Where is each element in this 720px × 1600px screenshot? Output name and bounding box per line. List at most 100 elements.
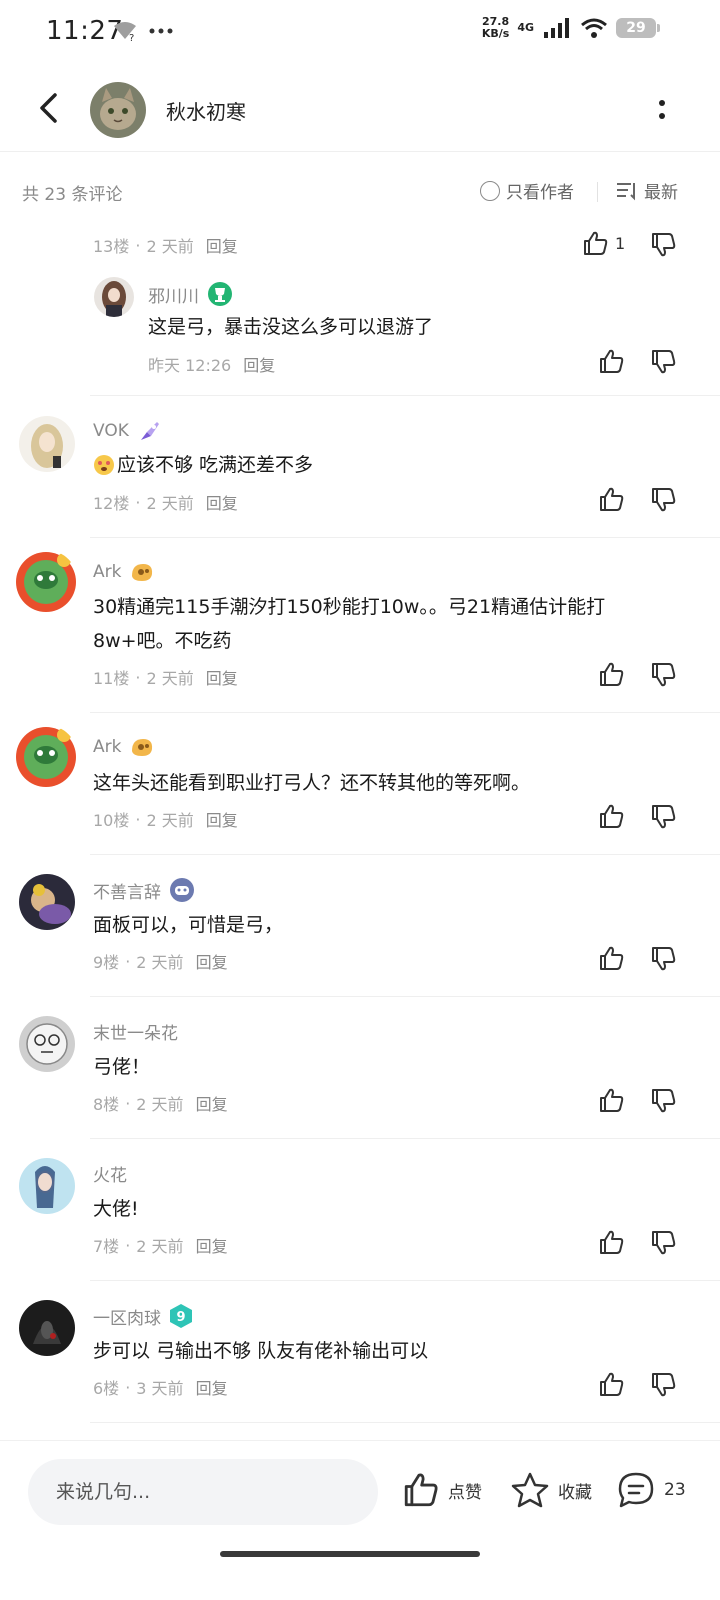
like-button[interactable]: [598, 1229, 625, 1256]
reply-button[interactable]: 回复: [206, 665, 238, 689]
like-button[interactable]: [598, 348, 625, 375]
floor-meta: 6楼 · 3 天前 回复: [93, 1375, 228, 1399]
avatar[interactable]: [19, 874, 75, 930]
reply-button[interactable]: 回复: [196, 1091, 228, 1115]
like-post-button[interactable]: 点赞: [402, 1471, 482, 1509]
like-button[interactable]: 1: [582, 230, 625, 257]
dislike-button[interactable]: [650, 231, 677, 258]
username[interactable]: VOK: [93, 421, 129, 441]
divider: [90, 395, 720, 396]
like-button[interactable]: [598, 486, 625, 513]
level-badge-icon: [132, 564, 153, 581]
thumb-down-icon: [652, 1373, 676, 1397]
divider: [90, 996, 720, 997]
reply-button[interactable]: 回复: [196, 1375, 228, 1399]
dislike-button[interactable]: [650, 486, 677, 513]
comments-button[interactable]: 23: [616, 1471, 686, 1509]
like-button[interactable]: [598, 945, 625, 972]
thumb-up-icon: [600, 1230, 624, 1254]
author-avatar[interactable]: [90, 82, 146, 138]
gamepad-badge-icon: [170, 878, 194, 902]
reply-button[interactable]: 回复: [196, 1233, 228, 1257]
signal-icon: [544, 18, 569, 38]
wifi-unknown-icon: ?: [114, 22, 136, 42]
dislike-button[interactable]: [650, 348, 677, 375]
reply-button[interactable]: 回复: [243, 352, 275, 376]
like-count: 1: [615, 234, 626, 253]
reply-button[interactable]: 回复: [206, 490, 238, 514]
back-button[interactable]: [28, 88, 68, 128]
like-button[interactable]: [598, 1087, 625, 1114]
floor-meta: 9楼 · 2 天前 回复: [93, 949, 228, 973]
more-options-button[interactable]: [644, 90, 680, 130]
floor-meta: 13楼 · 2 天前 回复: [93, 233, 238, 257]
avatar[interactable]: [14, 725, 78, 789]
sort-button[interactable]: 最新: [616, 178, 678, 203]
chevron-left-icon: [40, 93, 57, 123]
floor-meta: 8楼 · 2 天前 回复: [93, 1091, 228, 1115]
svg-text:9: 9: [176, 1310, 185, 1325]
username[interactable]: 末世一朵花: [93, 1019, 178, 1044]
level-badge-icon: [132, 739, 153, 756]
username[interactable]: Ark: [93, 562, 121, 582]
radio-icon: [480, 180, 500, 201]
author-name[interactable]: 秋水初寒: [166, 96, 246, 125]
floor-meta: 12楼 · 2 天前 回复: [93, 490, 238, 514]
username[interactable]: 火花: [93, 1161, 127, 1186]
wifi-icon: [581, 18, 607, 38]
battery-icon: 29: [616, 18, 660, 38]
avatar[interactable]: [14, 550, 78, 614]
dislike-button[interactable]: [650, 1229, 677, 1256]
rocket-badge-icon: [140, 422, 159, 440]
author-only-toggle[interactable]: 只看作者: [480, 178, 574, 203]
username[interactable]: 一区肉球: [93, 1304, 161, 1329]
avatar[interactable]: [19, 1016, 75, 1072]
thumb-down-icon: [652, 1089, 676, 1113]
network-type: 4G: [517, 21, 534, 34]
reply-button[interactable]: 回复: [206, 807, 238, 831]
like-button[interactable]: [598, 803, 625, 830]
thumb-up-icon: [600, 487, 624, 511]
username[interactable]: 邪川川: [148, 282, 199, 307]
thumb-down-icon: [652, 488, 676, 512]
comment-count: 共 23 条评论: [22, 185, 123, 205]
dislike-button[interactable]: [650, 661, 677, 688]
dislike-button[interactable]: [650, 803, 677, 830]
dislike-button[interactable]: [650, 945, 677, 972]
username[interactable]: 不善言辞: [93, 878, 161, 903]
bottom-action-bar: 来说几句... 点赞 收藏 23: [0, 1440, 720, 1560]
comment-input[interactable]: 来说几句...: [28, 1459, 378, 1525]
floor-meta: 11楼 · 2 天前 回复: [93, 665, 238, 689]
divider: [90, 1422, 720, 1423]
dislike-button[interactable]: [650, 1087, 677, 1114]
thumb-down-icon: [652, 947, 676, 971]
avatar[interactable]: [94, 277, 134, 317]
thumb-up-icon: [600, 662, 624, 686]
divider: [90, 712, 720, 713]
like-button[interactable]: [598, 1371, 625, 1398]
sort-icon: [617, 182, 635, 200]
divider: [90, 1280, 720, 1281]
username[interactable]: Ark: [93, 737, 121, 757]
thumb-up-icon: [600, 1372, 624, 1396]
like-button[interactable]: [598, 661, 625, 688]
star-icon: [511, 1472, 549, 1508]
reply-button[interactable]: 回复: [206, 233, 238, 257]
divider: [90, 1138, 720, 1139]
comment-text: 这年头还能看到职业打弓人？还不转其他的等死啊。: [93, 772, 531, 794]
floor-meta: 7楼 · 2 天前 回复: [93, 1233, 228, 1257]
dislike-button[interactable]: [650, 1371, 677, 1398]
avatar[interactable]: [19, 1158, 75, 1214]
comment-text: 大佬!: [93, 1198, 139, 1220]
svg-text:?: ?: [129, 33, 134, 42]
avatar[interactable]: [19, 416, 75, 472]
comment-text: 30精通完115手潮汐打150秒能打10w。。弓21精通估计能打: [93, 596, 606, 618]
favorite-button[interactable]: 收藏: [510, 1471, 592, 1509]
comment-text: 弓佬！: [93, 1056, 151, 1078]
vertical-dots-icon: [659, 100, 665, 119]
divider: [90, 537, 720, 538]
avatar[interactable]: [19, 1300, 75, 1356]
home-indicator[interactable]: [220, 1551, 480, 1557]
emoji-face-icon: [94, 455, 114, 475]
reply-button[interactable]: 回复: [196, 949, 228, 973]
